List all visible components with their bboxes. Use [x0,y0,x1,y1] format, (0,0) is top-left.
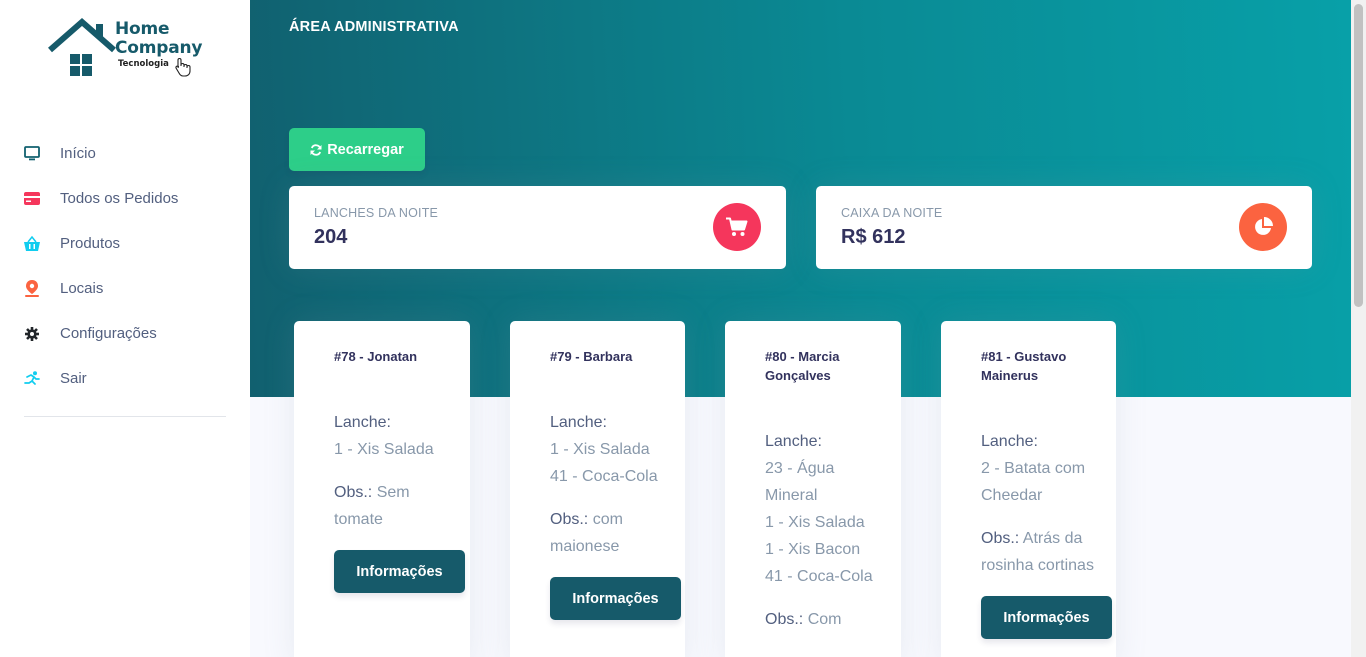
stat-card-lanches: LANCHES DA NOITE 204 [289,186,786,269]
order-item: 1 - Xis Salada [765,514,865,531]
order-body: Lanche: 2 - Batata com Cheedar Obs.: Atr… [981,428,1112,639]
order-item: 23 - Água Mineral [765,460,835,504]
sidebar-item-label: Sair [60,370,87,387]
sidebar-item-locais[interactable]: Locais [0,266,250,311]
reload-label: Recarregar [327,141,404,158]
order-title: #78 - Jonatan [334,349,418,364]
map-pin-icon [24,280,40,297]
sidebar-nav: Início Todos os Pedidos Produtos Locais … [0,131,250,401]
order-item: 1 - Xis Salada [334,441,434,458]
obs-label: Obs.: [981,530,1020,547]
stat-value: R$ 612 [841,226,906,248]
stat-title: LANCHES DA NOITE [314,206,439,220]
order-card-81: #81 - Gustavo Mainerus Lanche: 2 - Batat… [941,321,1116,657]
stat-title: CAIXA DA NOITE [841,206,943,220]
order-item: 2 - Batata com Cheedar [981,460,1086,504]
sidebar-item-todos-os-pedidos[interactable]: Todos os Pedidos [0,176,250,221]
gear-icon [24,326,40,342]
sidebar-item-produtos[interactable]: Produtos [0,221,250,266]
order-item: 1 - Xis Bacon [765,541,861,558]
monitor-icon [24,146,40,162]
sidebar-item-inicio[interactable]: Início [0,131,250,176]
sidebar: Home Company Tecnologia Início Todos os … [0,0,250,657]
refresh-icon [310,143,322,156]
sidebar-item-label: Configurações [60,325,157,342]
credit-card-icon [24,191,40,207]
obs-label: Obs.: [334,484,373,501]
pointer-hand-icon [175,58,191,77]
page-scrollbar[interactable] [1351,0,1366,657]
order-item: 1 - Xis Salada [550,441,650,458]
order-title: #81 - Gustavo Mainerus [981,349,1067,383]
order-title: #80 - Marcia Gonçalves [765,349,840,383]
page-title: ÁREA ADMINISTRATIVA [289,19,459,35]
order-card-79: #79 - Barbara Lanche: 1 - Xis Salada 41 … [510,321,685,657]
info-button[interactable]: Informações [550,577,681,620]
sidebar-item-configuracoes[interactable]: Configurações [0,311,250,356]
order-obs: Com [807,611,842,628]
order-item: 41 - Coca-Cola [550,468,658,485]
info-button[interactable]: Informações [334,550,465,593]
order-card-80: #80 - Marcia Gonçalves Lanche: 23 - Água… [725,321,901,657]
sidebar-item-sair[interactable]: Sair [0,356,250,401]
reload-button[interactable]: Recarregar [289,128,425,171]
basket-icon [24,236,40,252]
order-body: Lanche: 1 - Xis Salada 41 - Coca-Cola Ob… [550,409,681,620]
brand-line-3: Tecnologia [118,59,169,69]
lanche-label: Lanche: [765,433,822,450]
house-logo-icon [48,18,116,76]
stat-card-caixa: CAIXA DA NOITE R$ 612 [816,186,1312,269]
order-card-78: #78 - Jonatan Lanche: 1 - Xis Salada Obs… [294,321,470,657]
info-button[interactable]: Informações [981,596,1112,639]
sidebar-item-label: Início [60,145,96,162]
lanche-label: Lanche: [334,414,391,431]
sidebar-item-label: Locais [60,280,104,297]
order-item: 41 - Coca-Cola [765,568,873,585]
cart-icon [713,203,761,251]
running-icon [24,370,40,387]
sidebar-item-label: Produtos [60,235,121,252]
order-title: #79 - Barbara [550,349,633,364]
stat-value: 204 [314,226,348,248]
sidebar-divider [24,416,226,417]
order-body: Lanche: 23 - Água Mineral 1 - Xis Salada… [765,428,885,633]
obs-label: Obs.: [550,511,589,528]
brand-logo[interactable]: Home Company Tecnologia [48,16,208,82]
lanche-label: Lanche: [550,414,607,431]
obs-label: Obs.: [765,611,804,628]
order-body: Lanche: 1 - Xis Salada Obs.: Sem tomate … [334,409,465,593]
lanche-label: Lanche: [981,433,1038,450]
scrollbar-thumb[interactable] [1354,4,1363,307]
sidebar-item-label: Todos os Pedidos [60,190,179,207]
pie-chart-icon [1239,203,1287,251]
